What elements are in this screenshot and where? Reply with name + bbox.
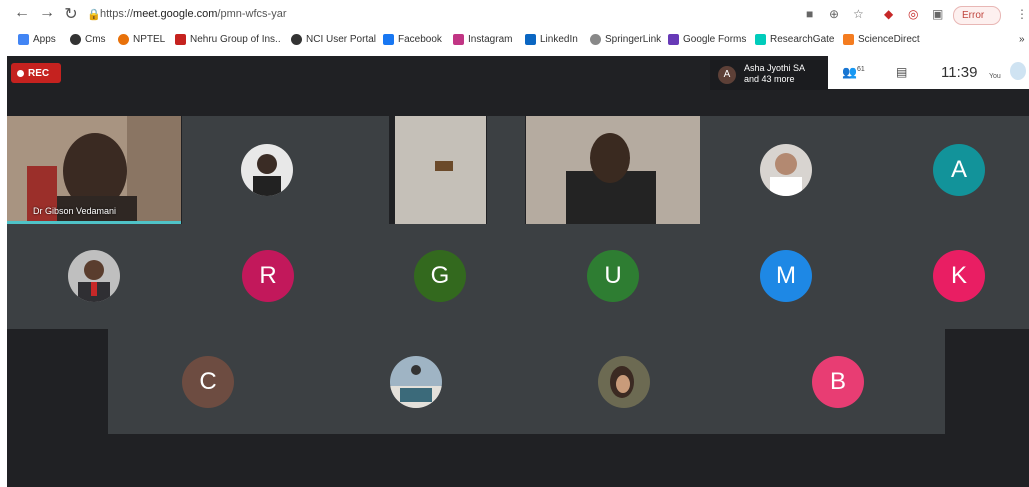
camera-icon[interactable]: ■ — [806, 7, 813, 21]
facebook-icon — [383, 34, 394, 45]
participant-tile[interactable] — [7, 224, 182, 329]
bookmark-facebook[interactable]: Facebook — [383, 34, 442, 45]
forms-icon — [668, 34, 679, 45]
clock: 11:39 — [941, 64, 978, 81]
participant-avatar: U — [587, 250, 639, 302]
chat-button[interactable]: ▤ — [896, 65, 907, 79]
video-tile-room[interactable] — [395, 116, 486, 224]
speaker-name-label: Dr Gibson Vedamani — [33, 206, 117, 216]
participant-avatar: K — [933, 250, 985, 302]
participant-tile[interactable] — [700, 116, 875, 224]
error-button[interactable]: Error — [953, 6, 1001, 25]
bookmarks-bar: Apps Cms NPTEL Nehru Group of Ins.. NCI … — [0, 30, 1029, 52]
participant-avatar: G — [414, 250, 466, 302]
menu-icon[interactable]: ⋮ — [1016, 7, 1028, 21]
participant-avatar: M — [760, 250, 812, 302]
participant-avatar: R — [242, 250, 294, 302]
people-icon: 👥 — [842, 65, 857, 79]
apps-grid-icon — [18, 34, 29, 45]
address-bar[interactable]: https://meet.google.com/pmn-wfcs-yar — [100, 8, 286, 20]
bookmark-linkedin[interactable]: LinkedIn — [525, 34, 578, 45]
participant-tile-g[interactable]: G — [356, 224, 530, 329]
star-icon[interactable]: ☆ — [853, 7, 864, 21]
instagram-icon — [453, 34, 464, 45]
presenter-more: and 43 more — [744, 74, 795, 84]
chat-icon: ▤ — [896, 65, 908, 79]
participant-avatar: C — [182, 356, 234, 408]
self-avatar[interactable] — [1010, 62, 1026, 80]
participant-tile-c[interactable]: C — [108, 329, 316, 434]
participant-tile-a[interactable]: A — [875, 116, 1029, 224]
participant-photo — [390, 356, 442, 408]
participant-photo — [241, 144, 293, 196]
bookmark-nci-portal[interactable]: NCI User Portal — [291, 34, 376, 45]
reload-icon[interactable]: ↻ — [61, 4, 81, 24]
record-dot-icon — [17, 69, 24, 77]
nehru-icon — [175, 34, 186, 45]
participant-avatar: A — [933, 144, 985, 196]
zoom-icon[interactable]: ⊕ — [829, 7, 839, 21]
extension-shield-icon[interactable]: ◆ — [884, 7, 893, 21]
participant-tile-u[interactable]: U — [530, 224, 704, 329]
bookmark-apps[interactable]: Apps — [18, 34, 56, 45]
participant-tile-b[interactable]: B — [738, 329, 945, 434]
bookmark-google-forms[interactable]: Google Forms — [668, 34, 746, 45]
self-view-label: You — [989, 73, 1001, 80]
researchgate-icon — [755, 34, 766, 45]
video-tile-host[interactable] — [526, 116, 700, 224]
bookmark-instagram[interactable]: Instagram — [453, 34, 512, 45]
bookmark-springerlink[interactable]: SpringerLink — [590, 34, 661, 45]
participant-tile[interactable] — [182, 116, 389, 224]
bookmark-cms[interactable]: Cms — [70, 34, 106, 45]
bookmark-sciencedirect[interactable]: ScienceDirect — [843, 34, 920, 45]
participant-photo — [760, 144, 812, 196]
participant-tile-m[interactable]: M — [704, 224, 875, 329]
extension-icon[interactable]: ◎ — [908, 7, 918, 21]
sciencedirect-icon — [843, 34, 854, 45]
presenter-chip[interactable]: A Asha Jyothi SA and 43 more — [710, 60, 830, 90]
browser-toolbar: ← → ↻ 🔒 https://meet.google.com/pmn-wfcs… — [0, 0, 1029, 30]
host-video — [526, 116, 700, 224]
video-tile-speaker[interactable]: Dr Gibson Vedamani — [7, 116, 181, 224]
springer-icon — [590, 34, 601, 45]
bookmark-researchgate[interactable]: ResearchGate — [755, 34, 834, 45]
bookmark-nehru-group[interactable]: Nehru Group of Ins.. — [175, 34, 281, 45]
participant-tile-r[interactable]: R — [182, 224, 356, 329]
back-icon[interactable]: ← — [12, 4, 32, 22]
bookmarks-overflow[interactable]: » — [1019, 34, 1025, 45]
globe-icon — [291, 34, 302, 45]
participant-tile[interactable] — [526, 329, 738, 434]
participant-photo — [598, 356, 650, 408]
meet-stage: REC A Asha Jyothi SA and 43 more 👥61 ▤ 11… — [7, 56, 1029, 487]
linkedin-icon — [525, 34, 536, 45]
recording-badge: REC — [11, 63, 61, 83]
participant-avatar: B — [812, 356, 864, 408]
nptel-icon — [118, 34, 129, 45]
forward-icon[interactable]: → — [37, 4, 57, 22]
participants-button[interactable]: 👥61 — [842, 65, 865, 79]
bookmark-nptel[interactable]: NPTEL — [118, 34, 165, 45]
presenter-avatar: A — [718, 66, 736, 84]
participant-tile[interactable] — [316, 329, 526, 434]
tile-gap — [487, 116, 525, 224]
participant-photo — [68, 250, 120, 302]
presenter-name: Asha Jyothi SA — [744, 63, 806, 73]
room-video — [395, 116, 486, 224]
meet-top-controls: 👥61 ▤ 11:39 You — [828, 56, 1029, 89]
extension-box-icon[interactable]: ▣ — [932, 7, 943, 21]
participant-tile-k[interactable]: K — [875, 224, 1029, 329]
globe-icon — [70, 34, 81, 45]
